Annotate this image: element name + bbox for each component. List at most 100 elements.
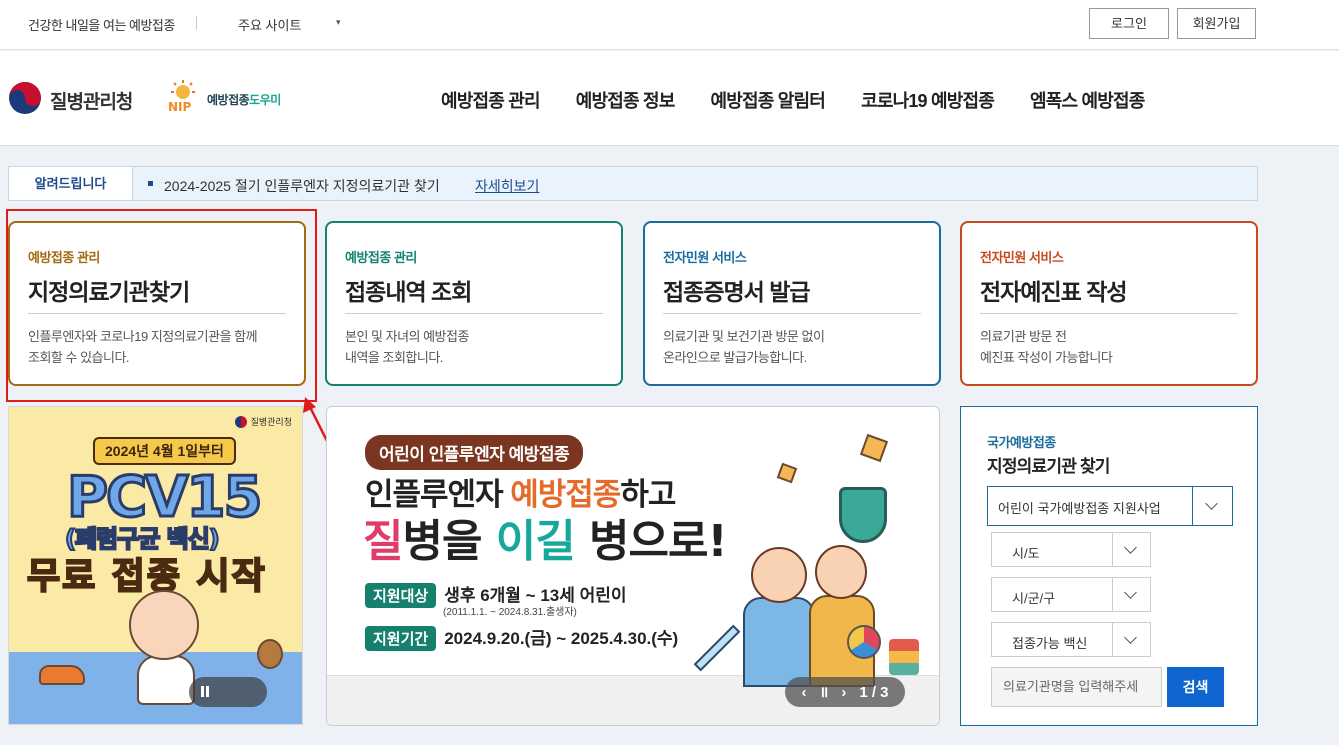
boy-illustration <box>815 545 867 599</box>
target-label: 지원대상 <box>365 583 437 608</box>
search-subtitle: 국가예방접종 <box>987 435 1056 450</box>
banner-target-note: (2011.1.1. ~ 2024.8.31.출생자) <box>443 607 577 618</box>
card-category: 전자민원 서비스 <box>663 250 747 265</box>
vaccine-select-value: 접종가능 백신 <box>1012 636 1088 651</box>
major-sites-dropdown[interactable]: 주요 사이트 <box>238 15 301 34</box>
banner-headline-2: 질병을 이길 병으로! <box>363 505 728 569</box>
headline-highlight: 질 <box>363 516 403 567</box>
card-description-line: 의료기관 방문 전 <box>980 329 1067 344</box>
card-title: 접종증명서 발급 <box>663 279 811 305</box>
nav-vaccination-info[interactable]: 예방접종 정보 <box>576 87 676 113</box>
divider <box>196 16 197 30</box>
card-vaccination-history[interactable]: 예방접종 관리 접종내역 조회 본인 및 자녀의 예방접종 내역을 조회합니다. <box>325 221 623 386</box>
program-select-value: 어린이 국가예방접종 지원사업 <box>998 501 1161 516</box>
card-description-line: 예진표 작성이 가능합니다 <box>980 350 1113 365</box>
period-label: 지원기간 <box>365 626 437 651</box>
baby-illustration <box>129 590 199 660</box>
card-description-line: 본인 및 자녀의 예방접종 <box>345 329 469 344</box>
girl-illustration <box>751 547 807 603</box>
poster-date: 2024년 4월 1일부터 <box>93 437 236 465</box>
pause-icon <box>201 686 204 697</box>
card-title: 접종내역 조회 <box>345 279 472 305</box>
poster-logo: 질병관리청 <box>234 415 292 428</box>
nip-suffix: 도우미 <box>249 93 281 107</box>
plus-icon <box>859 433 889 463</box>
card-description: 의료기관 방문 전 예진표 작성이 가능합니다 <box>980 326 1113 368</box>
poster-pause-button[interactable] <box>189 677 267 707</box>
kdca-emblem-icon <box>234 415 247 428</box>
notice-label: 알려드립니다 <box>9 167 133 200</box>
site-slogan: 건강한 내일을 여는 예방접종 <box>28 18 175 33</box>
clinic-search-panel: 국가예방접종 지정의료기관 찾기 어린이 국가예방접종 지원사업 시/도 시/군… <box>960 406 1258 726</box>
notice-bar: 알려드립니다 2024-2025 절기 인플루엔자 지정의료기관 찾기 자세히보… <box>8 166 1258 201</box>
period-value: 2024.9.20.(금) ~ 2025.4.30.(수) <box>444 629 679 648</box>
plus-icon <box>776 462 798 484</box>
syringe-illustration <box>693 624 741 672</box>
vaccine-select[interactable]: 접종가능 백신 <box>991 622 1151 657</box>
shield-icon <box>839 487 887 543</box>
nav-vaccination-notices[interactable]: 예방접종 알림터 <box>711 87 826 113</box>
main-nav: 예방접종 관리 예방접종 정보 예방접종 알림터 코로나19 예방접종 엠폭스 … <box>441 87 1181 113</box>
notice-text[interactable]: 2024-2025 절기 인플루엔자 지정의료기관 찾기 <box>164 176 440 196</box>
chevron-down-icon[interactable] <box>1112 533 1150 566</box>
flu-vaccination-banner[interactable]: 어린이 인플루엔자 예방접종 인플루엔자 예방접종하고 질병을 이길 병으로! … <box>326 406 940 726</box>
banner-tag: 어린이 인플루엔자 예방접종 <box>365 435 584 470</box>
sigungu-select[interactable]: 시/군/구 <box>991 577 1151 612</box>
chevron-down-icon[interactable] <box>1112 578 1150 611</box>
kdca-emblem-icon[interactable] <box>8 81 42 115</box>
headline-text: 병으로! <box>574 516 728 567</box>
chevron-down-icon[interactable]: ▾ <box>336 17 341 28</box>
divider <box>345 313 603 314</box>
site-header: 질병관리청 NIP 예방접종도우미 예방접종 관리 예방접종 정보 예방접종 알… <box>0 51 1339 146</box>
nav-vaccination-management[interactable]: 예방접종 관리 <box>441 87 541 113</box>
headline-highlight: 이길 <box>495 516 576 567</box>
nip-prefix: 예방접종 <box>207 93 250 107</box>
card-e-prescreening-form[interactable]: 전자민원 서비스 전자예진표 작성 의료기관 방문 전 예진표 작성이 가능합니… <box>960 221 1258 386</box>
program-select[interactable]: 어린이 국가예방접종 지원사업 <box>987 486 1233 526</box>
ball-illustration <box>847 625 881 659</box>
kdca-logo-text[interactable]: 질병관리청 <box>50 87 133 114</box>
bullet-icon <box>148 181 153 186</box>
nav-covid19-vaccination[interactable]: 코로나19 예방접종 <box>861 87 995 113</box>
search-title: 지정의료기관 찾기 <box>987 457 1110 476</box>
card-description: 의료기관 및 보건기관 방문 없이 온라인으로 발급가능합니다. <box>663 326 825 368</box>
poster-logo-text: 질병관리청 <box>250 417 292 427</box>
card-title: 전자예진표 작성 <box>980 279 1128 305</box>
card-category: 전자민원 서비스 <box>980 250 1064 265</box>
nav-mpox-vaccination[interactable]: 엠폭스 예방접종 <box>1030 87 1145 113</box>
utility-bar: 건강한 내일을 여는 예방접종 주요 사이트 ▾ 로그인 회원가입 <box>0 0 1339 50</box>
login-button[interactable]: 로그인 <box>1089 8 1169 39</box>
search-button[interactable]: 검색 <box>1167 667 1224 707</box>
sigungu-select-value: 시/군/구 <box>1012 591 1056 606</box>
nip-logo-text[interactable]: 예방접종도우미 <box>207 91 281 108</box>
poster-tagline: 무료 접종 시작 <box>26 555 267 598</box>
prev-slide-button[interactable]: ‹ <box>801 684 806 701</box>
highlight-box <box>6 209 317 402</box>
sido-select-value: 시/도 <box>1012 546 1040 561</box>
nip-badge-text: NIP <box>168 100 192 114</box>
card-category: 예방접종 관리 <box>345 250 417 265</box>
clinic-name-input[interactable]: 의료기관명을 입력해주세 <box>991 667 1162 707</box>
card-description-line: 온라인으로 발급가능합니다. <box>663 350 807 365</box>
notice-more-link[interactable]: 자세히보기 <box>475 176 539 196</box>
chevron-down-icon[interactable] <box>1192 487 1232 525</box>
pcv15-promo-banner[interactable]: 질병관리청 2024년 4월 1일부터 PCV15 (폐렴구균 백신) 무료 접… <box>8 406 303 725</box>
slider-controls: ‹ ॥ › 1 / 3 <box>785 677 905 707</box>
card-description: 본인 및 자녀의 예방접종 내역을 조회합니다. <box>345 326 469 368</box>
sido-select[interactable]: 시/도 <box>991 532 1151 567</box>
card-vaccination-certificate[interactable]: 전자민원 서비스 접종증명서 발급 의료기관 및 보건기관 방문 없이 온라인으… <box>643 221 941 386</box>
teddy-bear-illustration <box>257 639 283 669</box>
divider <box>980 313 1238 314</box>
card-description-line: 의료기관 및 보건기관 방문 없이 <box>663 329 825 344</box>
ring-toy-illustration <box>889 639 919 675</box>
girl-illustration-body <box>743 597 815 687</box>
next-slide-button[interactable]: › <box>841 684 846 701</box>
pause-slide-button[interactable]: ॥ <box>819 682 828 702</box>
nip-logo-icon[interactable]: NIP <box>162 79 204 115</box>
card-description-line: 내역을 조회합니다. <box>345 350 443 365</box>
slide-counter: 1 / 3 <box>859 683 889 701</box>
chevron-down-icon[interactable] <box>1112 623 1150 656</box>
toy-car-illustration <box>39 665 85 685</box>
banner-period-row: 지원기간 2024.9.20.(금) ~ 2025.4.30.(수) <box>365 624 678 651</box>
signup-button[interactable]: 회원가입 <box>1177 8 1256 39</box>
